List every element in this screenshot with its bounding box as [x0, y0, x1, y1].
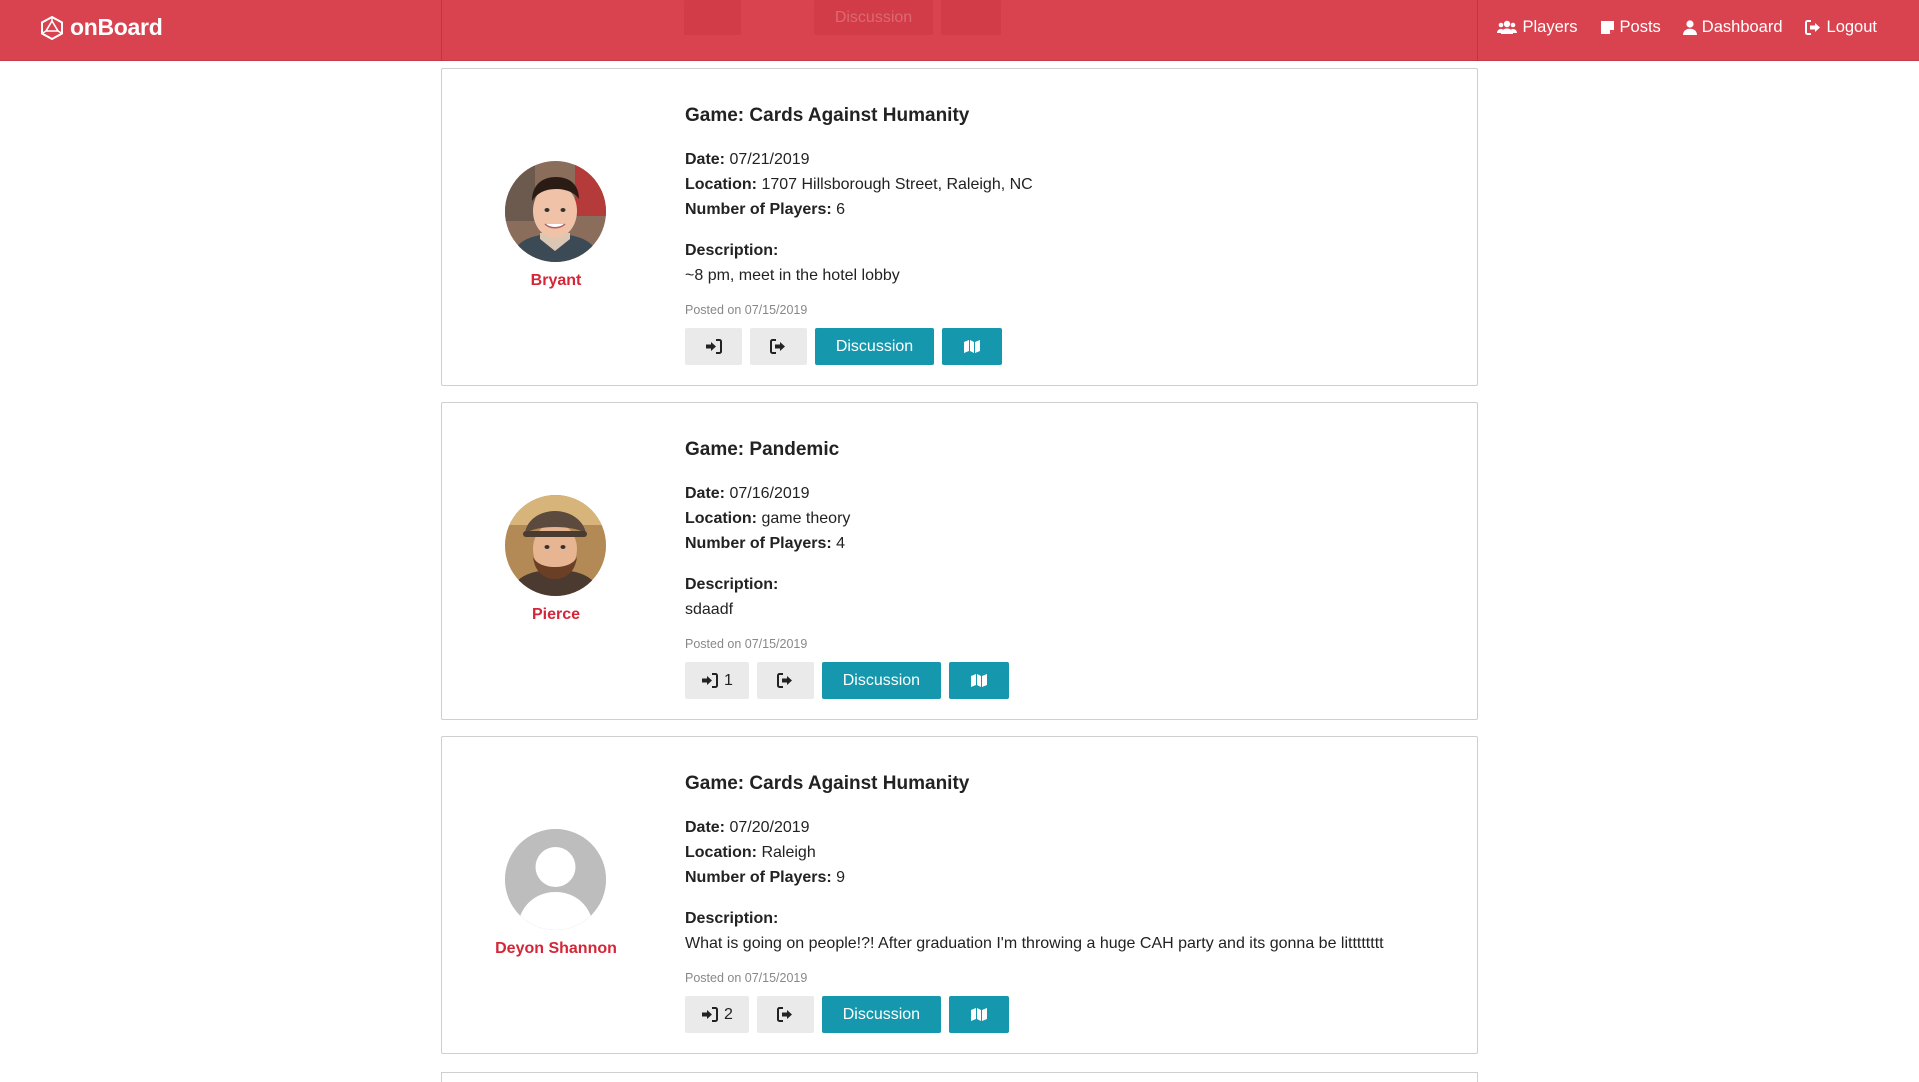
join-button[interactable]	[685, 328, 742, 365]
map-button[interactable]	[948, 662, 1009, 699]
join-count: 2	[724, 1005, 733, 1023]
join-button[interactable]: 2	[685, 996, 749, 1033]
nav-players[interactable]: Players	[1497, 18, 1578, 37]
sign-in-icon	[702, 1007, 718, 1022]
sign-out-icon	[776, 673, 792, 688]
ghost-leave-button	[749, 0, 806, 35]
nav-dashboard[interactable]: Dashboard	[1682, 18, 1783, 37]
location-field: Location: game theory	[685, 510, 851, 527]
location-value: game theory	[761, 510, 851, 527]
map-button[interactable]	[948, 996, 1009, 1033]
description-text: What is going on people!?! After graduat…	[685, 935, 1384, 952]
join-button[interactable]: 1	[685, 662, 749, 699]
date-field: Date: 07/20/2019	[685, 819, 810, 836]
players-value: 9	[836, 869, 846, 886]
sign-out-icon	[770, 339, 785, 354]
nav-posts-label: Posts	[1619, 18, 1661, 36]
sticky-note-icon	[1600, 21, 1614, 34]
location-value: 1707 Hillsborough Street, Raleigh, NC	[761, 176, 1033, 193]
description-text: ~8 pm, meet in the hotel lobby	[685, 267, 900, 284]
ghost-join-button	[684, 0, 741, 35]
ghost-discussion-button: Discussion	[814, 0, 933, 35]
sign-in-icon	[706, 339, 722, 354]
post-card: Pierce Game: Pandemic Date: 07/16/2019 L…	[441, 402, 1478, 720]
sign-in-icon	[702, 673, 718, 688]
game-title: Game: Cards Against Humanity	[685, 773, 970, 794]
post-author[interactable]: Deyon Shannon	[442, 940, 670, 958]
discussion-button[interactable]: Discussion	[821, 996, 941, 1033]
description-text: sdaadf	[685, 601, 734, 618]
leave-button[interactable]	[756, 662, 814, 699]
players-field: Number of Players: 9	[685, 869, 846, 886]
description-label: Description:	[685, 910, 779, 927]
posted-date: Posted on 07/15/2019	[685, 971, 808, 985]
nav-dashboard-label: Dashboard	[1701, 18, 1783, 36]
post-author[interactable]: Bryant	[442, 272, 670, 290]
nav-players-label: Players	[1522, 18, 1578, 36]
scrolled-card-actions: Discussion	[684, 0, 1001, 35]
location-field: Location: 1707 Hillsborough Street, Rale…	[685, 176, 1033, 193]
nav-posts[interactable]: Posts	[1600, 18, 1661, 37]
players-value: 4	[836, 535, 846, 552]
post-author[interactable]: Pierce	[442, 606, 670, 624]
post-card: Deyon Shannon Game: Cards Against Humani…	[441, 736, 1478, 1054]
post-feed: Bryant Game: Cards Against Humanity Date…	[441, 68, 1478, 1070]
players-value: 6	[836, 201, 846, 218]
sign-out-icon	[1804, 20, 1820, 35]
user-icon	[1682, 20, 1697, 35]
ghost-map-button	[941, 0, 1001, 35]
map-icon	[964, 340, 980, 353]
users-icon	[1497, 20, 1518, 34]
brand-logo[interactable]: onBoard	[40, 14, 163, 41]
map-icon	[970, 674, 987, 687]
game-title: Game: Cards Against Humanity	[685, 105, 970, 126]
players-field: Number of Players: 4	[685, 535, 846, 552]
posted-date: Posted on 07/15/2019	[685, 303, 808, 317]
posted-date: Posted on 07/15/2019	[685, 637, 808, 651]
leave-button[interactable]	[756, 996, 814, 1033]
game-title: Game: Pandemic	[685, 439, 840, 460]
d20-icon	[41, 15, 63, 40]
date-field: Date: 07/21/2019	[685, 151, 810, 168]
leave-button[interactable]	[750, 328, 807, 365]
map-icon	[970, 1008, 987, 1021]
description-label: Description:	[685, 576, 779, 593]
map-button[interactable]	[942, 328, 1002, 365]
discussion-button[interactable]: Discussion	[821, 662, 941, 699]
location-value: Raleigh	[761, 844, 816, 861]
nav-logout[interactable]: Logout	[1804, 18, 1877, 37]
brand-name: onBoard	[70, 14, 163, 40]
players-field: Number of Players: 6	[685, 201, 846, 218]
date-field: Date: 07/16/2019	[685, 485, 810, 502]
discussion-button[interactable]: Discussion	[815, 328, 934, 365]
avatar-pierce[interactable]	[505, 495, 606, 596]
sign-out-icon	[776, 1007, 792, 1022]
date-value: 07/20/2019	[729, 819, 810, 836]
next-post-card-edge	[441, 1072, 1478, 1082]
join-count: 1	[724, 671, 733, 689]
avatar-bryant[interactable]	[505, 161, 606, 262]
location-field: Location: Raleigh	[685, 844, 816, 861]
date-value: 07/16/2019	[729, 485, 810, 502]
date-value: 07/21/2019	[729, 151, 810, 168]
nav-logout-label: Logout	[1826, 18, 1877, 36]
description-label: Description:	[685, 242, 779, 259]
avatar-default[interactable]	[505, 829, 606, 930]
post-card: Bryant Game: Cards Against Humanity Date…	[441, 68, 1478, 386]
